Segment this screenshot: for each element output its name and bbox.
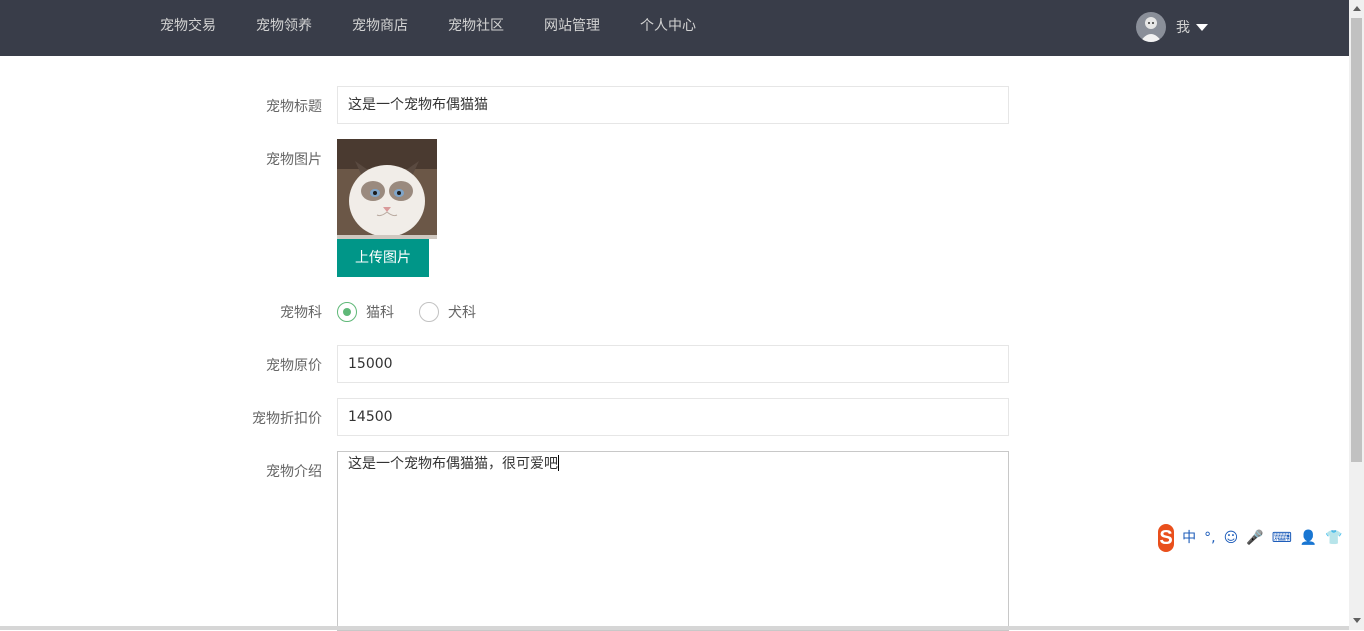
- scroll-down-icon[interactable]: [1349, 612, 1364, 629]
- radio-label-dog: 犬科: [448, 305, 476, 321]
- pet-photo: [337, 139, 437, 239]
- discount-price-label: 宠物折扣价: [252, 411, 322, 427]
- radio-unchecked-icon: [419, 302, 439, 322]
- upload-image-button[interactable]: 上传图片: [337, 239, 429, 277]
- caret-down-icon: [1196, 23, 1208, 31]
- family-label: 宠物科: [280, 305, 322, 321]
- text-cursor: [558, 455, 559, 471]
- ime-skin-icon[interactable]: 👕: [1325, 522, 1342, 554]
- page-scrollbar[interactable]: [1349, 0, 1364, 630]
- user-label: 我: [1176, 20, 1190, 36]
- ime-user-icon[interactable]: 👤: [1300, 522, 1317, 554]
- ime-chinese-mode[interactable]: 中: [1182, 522, 1196, 554]
- radio-dog-family[interactable]: 犬科: [419, 301, 476, 323]
- nav-item-personal-center[interactable]: 个人中心: [640, 0, 696, 56]
- top-navbar: 宠物交易 宠物领养 宠物商店 宠物社区 网站管理 个人中心 我: [0, 0, 1349, 56]
- ime-emoji-icon[interactable]: ☺: [1224, 522, 1239, 554]
- original-price-label: 宠物原价: [266, 358, 322, 374]
- scroll-thumb[interactable]: [1351, 18, 1362, 462]
- intro-text: 这是一个宠物布偶猫猫，很可爱吧: [348, 456, 558, 472]
- nav-item-pet-adoption[interactable]: 宠物领养: [256, 0, 312, 56]
- scroll-up-icon[interactable]: [1349, 0, 1364, 17]
- discount-price-input[interactable]: 14500: [337, 398, 1009, 436]
- ime-keyboard-icon[interactable]: ⌨: [1272, 522, 1292, 554]
- pet-intro-textarea[interactable]: 这是一个宠物布偶猫猫，很可爱吧: [337, 451, 1009, 631]
- nav-item-pet-trade[interactable]: 宠物交易: [160, 0, 216, 56]
- nav-item-site-admin[interactable]: 网站管理: [544, 0, 600, 56]
- ime-microphone-icon[interactable]: 🎤: [1246, 522, 1263, 554]
- radio-cat-family[interactable]: 猫科: [337, 301, 394, 323]
- ime-toolbar: S 中 °, ☺ 🎤 ⌨ 👤 👕 ▦: [1158, 522, 1364, 554]
- nav-item-pet-shop[interactable]: 宠物商店: [352, 0, 408, 56]
- original-price-input[interactable]: 15000: [337, 345, 1009, 383]
- bottom-strip: [0, 626, 1349, 630]
- intro-label: 宠物介绍: [266, 464, 322, 480]
- sogou-logo-icon[interactable]: S: [1158, 524, 1175, 552]
- radio-label-cat: 猫科: [366, 305, 394, 321]
- avatar: [1136, 12, 1166, 42]
- radio-checked-icon: [337, 302, 357, 322]
- ime-punctuation-icon[interactable]: °,: [1204, 522, 1215, 554]
- pet-title-input[interactable]: 这是一个宠物布偶猫猫: [337, 86, 1009, 124]
- nav-item-pet-community[interactable]: 宠物社区: [448, 0, 504, 56]
- image-label: 宠物图片: [266, 152, 322, 168]
- title-label: 宠物标题: [266, 99, 322, 115]
- user-menu[interactable]: 我: [1136, 12, 1208, 42]
